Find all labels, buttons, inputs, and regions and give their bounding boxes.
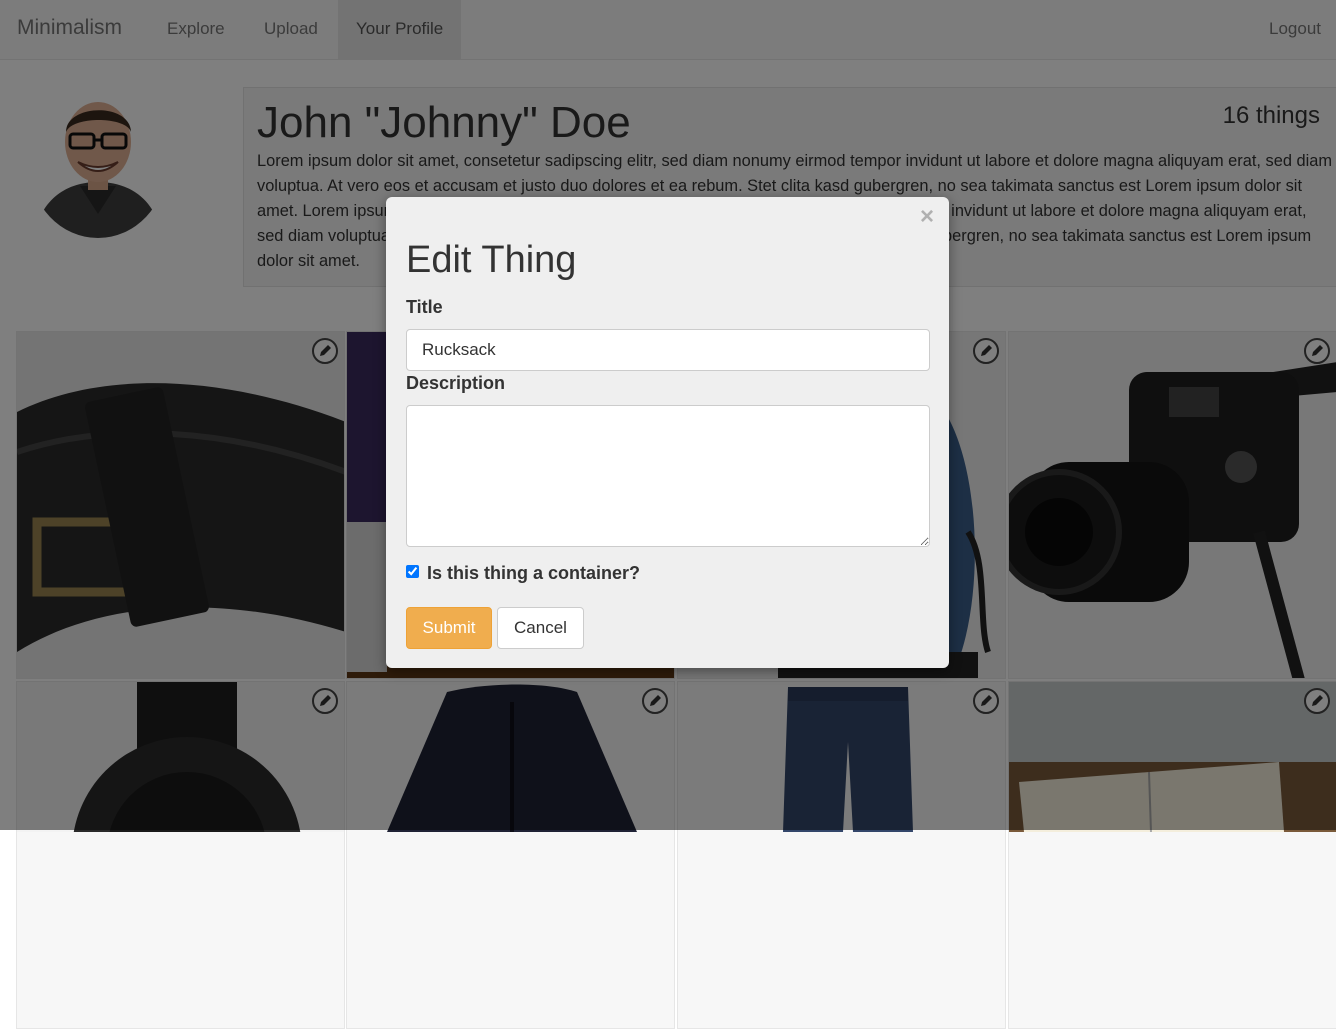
- cancel-button[interactable]: Cancel: [497, 607, 584, 649]
- submit-button[interactable]: Submit: [406, 607, 492, 649]
- description-textarea[interactable]: [406, 405, 930, 547]
- title-input[interactable]: [406, 329, 930, 371]
- modal-title: Edit Thing: [406, 239, 577, 281]
- edit-thing-modal: × Edit Thing Title Description Is this t…: [386, 197, 949, 668]
- container-checkbox-label[interactable]: Is this thing a container?: [427, 563, 640, 584]
- container-checkbox[interactable]: [406, 565, 419, 578]
- title-label: Title: [406, 297, 443, 317]
- description-label: Description: [406, 373, 506, 393]
- close-icon[interactable]: ×: [920, 203, 934, 231]
